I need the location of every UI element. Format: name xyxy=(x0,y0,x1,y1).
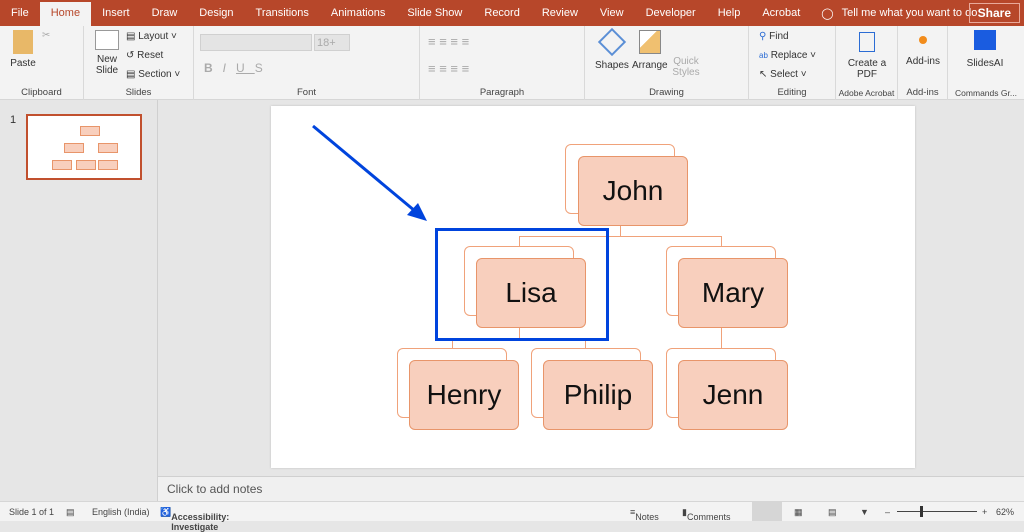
clipboard-label: Clipboard xyxy=(21,87,62,98)
tab-home[interactable]: Home xyxy=(39,2,92,26)
slidesai-label: Commands Gr... xyxy=(955,88,1017,98)
arrange-icon xyxy=(638,30,661,54)
reset-button[interactable]: ↺ Reset xyxy=(126,50,163,61)
tab-animations[interactable]: Animations xyxy=(320,0,396,26)
font-name-input[interactable] xyxy=(200,34,312,51)
arrow-annotation xyxy=(312,124,427,221)
slide-canvas[interactable]: John Lisa Mary Henry Philip Jenn xyxy=(271,106,915,468)
zoom-out-button[interactable]: – xyxy=(885,507,890,517)
ribbon: Paste ✂ Clipboard New Slide ▤ Layout ˅ ↺… xyxy=(0,26,1024,100)
tab-help[interactable]: Help xyxy=(707,0,752,26)
language[interactable]: English (India) xyxy=(92,507,150,517)
add-ins-button[interactable]: Add-ins xyxy=(903,36,943,67)
tell-me-search[interactable]: ◯ Tell me what you want to do xyxy=(821,7,977,20)
editing-label: Editing xyxy=(777,87,807,98)
addins-label: Add-ins xyxy=(906,87,939,98)
replace-button[interactable]: ab Replace ˅ xyxy=(759,50,816,61)
find-button[interactable]: ⚲ Find xyxy=(759,31,789,42)
acrobat-group: Create a PDF Adobe Acrobat xyxy=(836,26,898,100)
addins-icon xyxy=(919,36,927,44)
tab-design[interactable]: Design xyxy=(188,0,244,26)
tab-developer[interactable]: Developer xyxy=(635,0,707,26)
tab-review[interactable]: Review xyxy=(531,0,589,26)
paste-button[interactable]: Paste xyxy=(8,30,38,69)
acrobat-label: Adobe Acrobat xyxy=(838,88,895,98)
slide-count: Slide 1 of 1 xyxy=(9,507,55,517)
search-icon: ⚲ xyxy=(759,31,767,42)
reading-view-icon[interactable]: ▤ xyxy=(828,507,837,518)
ribbon-tabs: File Home Insert Draw Design Transitions… xyxy=(0,0,1024,26)
cursor-icon: ↖ xyxy=(759,69,768,80)
arrange-button[interactable]: Arrange xyxy=(632,30,668,71)
new-slide-button[interactable]: New Slide xyxy=(90,30,124,76)
clipboard-icon xyxy=(13,30,33,54)
spellcheck-icon[interactable]: ▤ xyxy=(66,507,75,518)
create-pdf-button[interactable]: Create a PDF xyxy=(846,32,888,80)
layout-button[interactable]: ▤ Layout ˅ xyxy=(126,31,177,42)
tab-draw[interactable]: Draw xyxy=(141,0,189,26)
align-icons[interactable]: ≡ ≡ ≡ ≡ xyxy=(428,61,469,76)
zoom-in-button[interactable]: + xyxy=(982,507,987,517)
tab-file[interactable]: File xyxy=(0,0,40,26)
slideshow-icon[interactable]: ▼ xyxy=(860,507,869,517)
status-bar: Slide 1 of 1 ▤ English (India) ♿ Accessi… xyxy=(0,501,1024,532)
font-size-input[interactable]: 18+ xyxy=(314,34,350,51)
editing-group: ⚲ Find ab Replace ˅ ↖ Select ˅ Editing xyxy=(749,26,836,100)
accessibility-status[interactable]: ♿ Accessibility: Investigate xyxy=(160,507,229,532)
tab-record[interactable]: Record xyxy=(473,0,530,26)
slide-thumbnail[interactable] xyxy=(26,114,142,180)
slidesai-icon xyxy=(974,30,996,50)
select-button[interactable]: ↖ Select ˅ xyxy=(759,69,807,80)
tab-transitions[interactable]: Transitions xyxy=(245,0,320,26)
font-label: Font xyxy=(296,87,316,98)
font-group: 18+ BIUS Font xyxy=(194,26,420,100)
zoom-slider[interactable] xyxy=(897,511,977,512)
comments-button[interactable]: ▮ Comments xyxy=(682,507,730,522)
tab-slide-show[interactable]: Slide Show xyxy=(396,0,473,26)
slides-group: New Slide ▤ Layout ˅ ↺ Reset ▤ Section ˅… xyxy=(84,26,194,100)
clipboard-group: Paste ✂ Clipboard xyxy=(0,26,84,100)
slides-label: Slides xyxy=(125,87,152,98)
shapes-button[interactable]: Shapes xyxy=(595,27,629,71)
slidesai-button[interactable]: SlidesAI xyxy=(962,30,1008,69)
notes-button[interactable]: ≡ Notes xyxy=(630,507,659,522)
share-button[interactable]: Share xyxy=(968,3,1020,23)
tab-acrobat[interactable]: Acrobat xyxy=(751,0,811,26)
notes-input[interactable]: Click to add notes xyxy=(158,476,1024,501)
zoom-level[interactable]: 62% xyxy=(996,507,1014,517)
tab-view[interactable]: View xyxy=(589,0,635,26)
paragraph-group: ≡ ≡ ≡ ≡ ≡ ≡ ≡ ≡ Paragraph xyxy=(420,26,585,100)
new-slide-icon xyxy=(95,30,119,50)
slide-thumbnail-pane: 1 xyxy=(0,100,158,501)
zoom-slider-thumb[interactable] xyxy=(920,506,923,517)
quick-styles-button[interactable]: Quick Styles xyxy=(671,56,701,78)
slide-sorter-icon[interactable]: ▦ xyxy=(794,507,803,518)
slidesai-group: SlidesAI Commands Gr... xyxy=(948,26,1024,100)
bullets-icon[interactable]: ≡ ≡ ≡ ≡ xyxy=(428,34,469,49)
cut-icon[interactable]: ✂ xyxy=(42,30,50,41)
drawing-label: Drawing xyxy=(649,87,684,98)
replace-icon: ab xyxy=(759,51,768,60)
shapes-icon xyxy=(597,27,627,57)
section-button[interactable]: ▤ Section ˅ xyxy=(126,69,180,80)
paragraph-label: Paragraph xyxy=(479,87,525,98)
pdf-icon xyxy=(859,32,875,52)
lightbulb-icon: ◯ xyxy=(821,7,834,20)
font-format-buttons[interactable]: BIUS xyxy=(204,61,273,75)
normal-view-button[interactable] xyxy=(752,502,782,521)
slide-number: 1 xyxy=(10,114,17,126)
drawing-group: Shapes Arrange Quick Styles Drawing xyxy=(585,26,749,100)
tell-me-text: Tell me what you want to do xyxy=(841,7,978,19)
tab-insert[interactable]: Insert xyxy=(91,0,141,26)
addins-group: Add-ins Add-ins xyxy=(898,26,948,100)
